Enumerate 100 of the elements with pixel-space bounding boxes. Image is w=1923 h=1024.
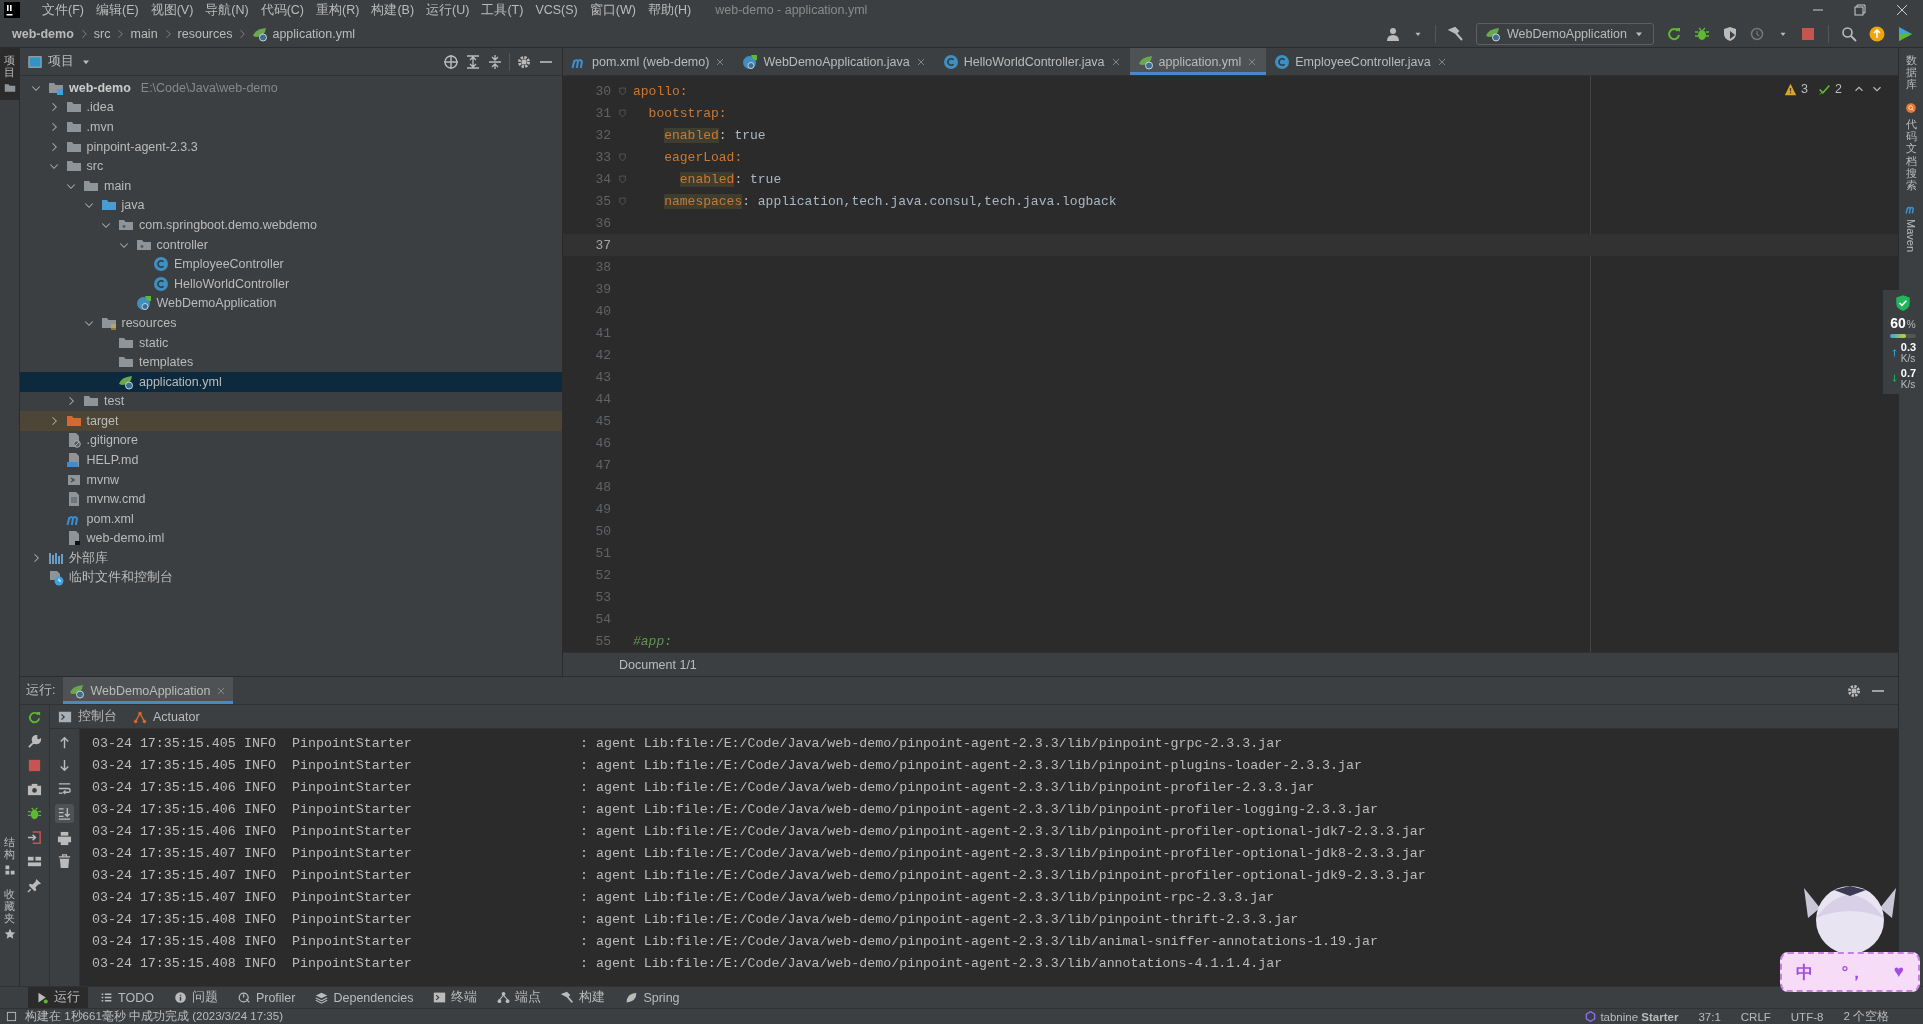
ime-key[interactable]: °，: [1841, 960, 1866, 984]
rerun-icon[interactable]: [1666, 25, 1682, 42]
tree-item[interactable]: test: [83, 393, 125, 410]
tree-item[interactable]: mvnw.cmd: [65, 491, 146, 508]
tool-window-button[interactable]: 问题: [165, 987, 226, 1008]
trash-icon[interactable]: [57, 854, 72, 869]
ime-key[interactable]: 中: [1796, 960, 1814, 984]
exit-icon[interactable]: [27, 830, 42, 845]
editor-tab[interactable]: pom.xml (web-demo): [563, 48, 735, 75]
console-tab[interactable]: 控制台: [58, 708, 117, 725]
menu-item[interactable]: 窗口(W): [583, 1, 642, 19]
tree-item[interactable]: application.yml: [118, 373, 222, 390]
tool-window-tab[interactable]: 收藏夹: [0, 881, 19, 946]
window-close-icon[interactable]: [1894, 2, 1910, 18]
tree-item[interactable]: 临时文件和控制台: [48, 569, 173, 587]
tool-window-button[interactable]: Profiler: [229, 987, 304, 1008]
camera-icon[interactable]: [27, 782, 42, 797]
editor-tab[interactable]: application.yml: [1129, 48, 1267, 75]
menu-item[interactable]: 帮助(H): [641, 1, 698, 19]
tree-item[interactable]: 外部库: [48, 549, 108, 567]
menu-item[interactable]: 运行(U): [420, 1, 476, 19]
menu-item[interactable]: 构建(B): [365, 1, 421, 19]
menu-item[interactable]: 重构(R): [310, 1, 366, 19]
breadcrumb-item[interactable]: web-demo: [12, 26, 74, 41]
tool-window-button[interactable]: 端点: [489, 987, 550, 1008]
editor-tab[interactable]: HelloWorldController.java: [934, 48, 1130, 75]
status-item[interactable]: 37:1: [1692, 1010, 1727, 1023]
tree-item[interactable]: static: [118, 334, 169, 351]
tree-item[interactable]: mvnw: [65, 471, 120, 488]
tree-item[interactable]: src: [65, 158, 104, 175]
ime-key[interactable]: ♥: [1893, 962, 1904, 982]
tree-item[interactable]: web-demo.iml: [65, 530, 165, 547]
tool-window-tab[interactable]: 代码文档搜索: [1899, 96, 1923, 197]
editor-tab[interactable]: WebDemoApplication.java: [734, 48, 935, 75]
coverage-icon[interactable]: [1722, 25, 1738, 42]
tree-item[interactable]: pinpoint-agent-2.3.3: [65, 138, 198, 155]
stop-icon[interactable]: [1800, 25, 1816, 42]
tool-window-button[interactable]: Spring: [617, 987, 688, 1008]
menu-item[interactable]: 文件(F): [36, 1, 90, 19]
breadcrumb-item[interactable]: main: [130, 26, 158, 41]
soft-wrap-icon[interactable]: [57, 781, 72, 796]
warning-count[interactable]: 3: [1801, 82, 1809, 96]
scroll-to-end-toggle[interactable]: [55, 804, 74, 823]
tree-item[interactable]: templates: [118, 354, 194, 371]
stop-icon[interactable]: [27, 758, 42, 773]
search-icon[interactable]: [1841, 25, 1857, 42]
check-count[interactable]: 2: [1835, 82, 1842, 96]
tree-item[interactable]: pom.xml: [65, 510, 134, 527]
menu-item[interactable]: 编辑(E): [89, 1, 145, 19]
tree-item[interactable]: HelloWorldController: [153, 275, 290, 292]
status-item[interactable]: 2 个空格: [1837, 1009, 1895, 1024]
editor-tab[interactable]: EmployeeController.java: [1266, 48, 1456, 75]
debug-icon[interactable]: [1694, 25, 1710, 42]
breadcrumb-item[interactable]: src: [93, 26, 111, 41]
tree-item[interactable]: target: [65, 412, 119, 429]
tool-window-tab[interactable]: Maven: [1899, 196, 1923, 258]
tool-window-button[interactable]: 终端: [425, 987, 486, 1008]
tree-item[interactable]: .gitignore: [65, 432, 138, 449]
menu-item[interactable]: 代码(C): [254, 1, 311, 19]
tree-item[interactable]: EmployeeController: [153, 256, 284, 273]
tool-window-tab[interactable]: 数据库: [1899, 48, 1923, 97]
window-restore-icon[interactable]: [1852, 2, 1868, 18]
tree-item[interactable]: resources: [100, 314, 177, 331]
tool-window-tab[interactable]: 结构: [0, 829, 19, 882]
locate-icon[interactable]: [443, 53, 459, 70]
fold-marker-icon[interactable]: [616, 151, 628, 163]
tree-item[interactable]: WebDemoApplication: [135, 295, 277, 312]
pin-icon[interactable]: [27, 878, 42, 893]
panel-icon[interactable]: [6, 1011, 17, 1022]
fold-marker-icon[interactable]: [616, 107, 628, 119]
tree-item[interactable]: web-demo: [48, 79, 131, 96]
tree-item[interactable]: main: [83, 177, 132, 194]
tree-item[interactable]: java: [100, 197, 145, 214]
menu-item[interactable]: 导航(N): [199, 1, 255, 19]
tool-window-button[interactable]: 构建: [553, 987, 614, 1008]
tool-window-button[interactable]: 运行: [28, 987, 88, 1008]
update-icon[interactable]: [1869, 25, 1885, 42]
fold-marker-icon[interactable]: [616, 85, 628, 97]
status-item[interactable]: tabnine Starter: [1579, 1010, 1685, 1023]
menu-item[interactable]: 视图(V): [144, 1, 200, 19]
expand-all-icon[interactable]: [465, 53, 481, 70]
status-item[interactable]: CRLF: [1734, 1010, 1777, 1023]
tree-item[interactable]: com.springboot.demo.webdemo: [118, 216, 317, 233]
hammer-icon[interactable]: [1448, 25, 1464, 42]
ime-toolbar[interactable]: 中 °， ♥: [1780, 952, 1920, 992]
menu-item[interactable]: VCS(S): [529, 3, 584, 17]
wrench-icon[interactable]: [27, 734, 42, 749]
rerun-icon[interactable]: [27, 710, 42, 725]
console-tab[interactable]: Actuator: [133, 709, 200, 724]
run-configuration-dropdown[interactable]: WebDemoApplication: [1476, 22, 1654, 45]
status-item[interactable]: UTF-8: [1784, 1010, 1830, 1023]
tool-window-button[interactable]: TODO: [92, 987, 162, 1008]
plugin-icon[interactable]: [1897, 25, 1913, 42]
tree-item[interactable]: .mvn: [65, 119, 114, 135]
fold-marker-icon[interactable]: [616, 195, 628, 207]
collapse-all-icon[interactable]: [487, 53, 503, 70]
tree-item[interactable]: controller: [135, 236, 208, 253]
tree-item[interactable]: .idea: [65, 99, 114, 116]
user-icon[interactable]: [1385, 25, 1401, 42]
settings-icon[interactable]: [1846, 682, 1862, 699]
